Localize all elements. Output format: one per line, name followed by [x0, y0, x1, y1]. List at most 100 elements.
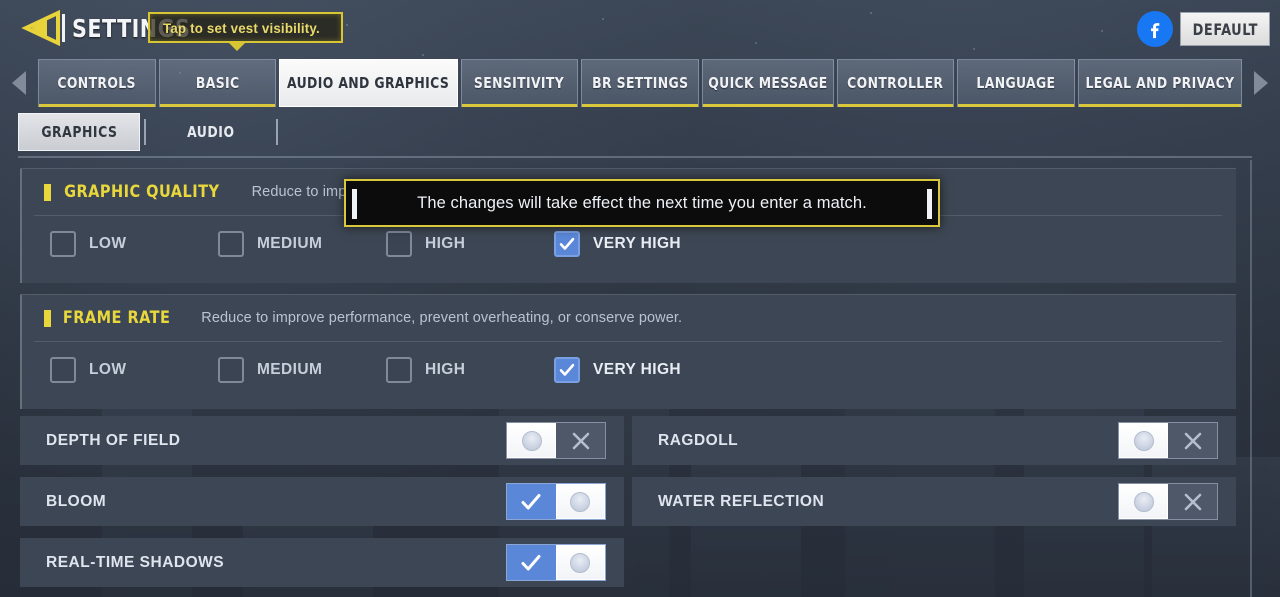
vest-visibility-hint-label: Tap to set vest visibility.	[163, 19, 320, 36]
tab-br-settings[interactable]: BR SETTINGS	[581, 59, 699, 107]
default-button-label: DEFAULT	[1192, 19, 1258, 39]
toggle-depth-of-field-label: DEPTH OF FIELD	[46, 431, 181, 449]
toggle-row-real-time-shadows: REAL-TIME SHADOWS	[20, 538, 624, 587]
tab-quick-message[interactable]: QUICK MESSAGE	[701, 59, 834, 107]
tab-scroll-right-button[interactable]	[1242, 59, 1280, 107]
checkbox-frame-rate-high[interactable]	[386, 357, 412, 383]
content-scrollbar[interactable]	[1250, 160, 1252, 597]
toggle-knob	[1119, 484, 1169, 519]
option-graphic-quality-medium-label: MEDIUM	[257, 235, 323, 252]
option-frame-rate-high-label: HIGH	[425, 361, 466, 378]
tab-audio-label: AUDIO	[187, 123, 235, 141]
tab-audio[interactable]: AUDIO	[150, 113, 272, 151]
toggle-row-depth-of-field: DEPTH OF FIELD	[20, 416, 624, 465]
tab-label: CONTROLS	[57, 74, 137, 92]
option-frame-rate-very-high-label: VERY HIGH	[593, 361, 682, 378]
toggle-knob	[555, 545, 605, 580]
section-frame-rate: FRAME RATE Reduce to improve performance…	[20, 294, 1236, 409]
option-graphic-quality-high-label: HIGH	[425, 235, 466, 252]
checkbox-frame-rate-medium[interactable]	[218, 357, 244, 383]
toggle-row-ragdoll: RAGDOLL	[632, 416, 1236, 465]
toggle-knob	[1119, 423, 1169, 458]
toggle-water-reflection-label: WATER REFLECTION	[658, 492, 825, 510]
title-accent-bar	[62, 14, 65, 42]
toggle-depth-of-field[interactable]	[506, 422, 606, 459]
toggle-bloom[interactable]	[506, 483, 606, 520]
cross-icon	[1168, 484, 1217, 519]
vest-visibility-hint[interactable]: Tap to set vest visibility.	[148, 12, 344, 43]
sub-tab-bar: GRAPHICS AUDIO	[18, 113, 282, 151]
option-graphic-quality-medium[interactable]: MEDIUM	[218, 231, 386, 257]
tab-scroll-left-button[interactable]	[0, 59, 38, 107]
tab-label: CONTROLLER	[847, 74, 944, 92]
toggle-real-time-shadows[interactable]	[506, 544, 606, 581]
section-frame-rate-title: FRAME RATE	[62, 308, 171, 328]
option-frame-rate-low-label: LOW	[89, 361, 127, 378]
tooltip-left-cap	[352, 189, 357, 219]
toggle-bloom-label: BLOOM	[46, 492, 107, 510]
tab-graphics[interactable]: GRAPHICS	[18, 113, 140, 151]
tab-label: LANGUAGE	[976, 74, 1056, 92]
tab-controller[interactable]: CONTROLLER	[836, 59, 955, 107]
sub-tab-divider-2	[276, 119, 278, 145]
toggle-ragdoll[interactable]	[1118, 422, 1218, 459]
tab-list: CONTROLS BASIC AUDIO AND GRAPHICS SENSITIVI…	[38, 59, 1242, 107]
tab-language[interactable]: LANGUAGE	[957, 59, 1076, 107]
tab-sensitivity[interactable]: SENSITIVITY	[460, 59, 579, 107]
tab-basic[interactable]: BASIC	[158, 59, 277, 107]
option-graphic-quality-very-high-label: VERY HIGH	[593, 235, 682, 252]
option-graphic-quality-very-high[interactable]: VERY HIGH	[554, 231, 681, 257]
section-graphic-quality-title: GRAPHIC QUALITY	[64, 182, 220, 202]
tab-label: BR SETTINGS	[591, 74, 689, 92]
tab-legal-and-privacy[interactable]: LEGAL AND PRIVACY	[1078, 59, 1242, 107]
facebook-icon[interactable]	[1137, 11, 1173, 47]
checkbox-graphic-quality-high[interactable]	[386, 231, 412, 257]
tooltip-right-cap	[927, 189, 932, 219]
section-frame-rate-header: FRAME RATE Reduce to improve performance…	[20, 295, 1236, 341]
option-graphic-quality-low[interactable]: LOW	[50, 231, 218, 257]
check-icon	[507, 545, 556, 580]
checkbox-graphic-quality-low[interactable]	[50, 231, 76, 257]
sub-tab-divider-1	[144, 119, 146, 145]
option-frame-rate-medium[interactable]: MEDIUM	[218, 357, 386, 383]
option-frame-rate-very-high[interactable]: VERY HIGH	[554, 357, 681, 383]
changes-tooltip[interactable]: The changes will take effect the next ti…	[344, 179, 940, 227]
toggle-knob	[507, 423, 557, 458]
tab-label: SENSITIVITY	[474, 74, 565, 92]
toggle-row-water-reflection: WATER REFLECTION	[632, 477, 1236, 526]
chevron-left-icon	[12, 71, 26, 95]
option-frame-rate-high[interactable]: HIGH	[386, 357, 554, 383]
cross-icon	[1168, 423, 1217, 458]
checkbox-graphic-quality-medium[interactable]	[218, 231, 244, 257]
chevron-right-icon	[1254, 71, 1268, 95]
option-graphic-quality-low-label: LOW	[89, 235, 127, 252]
option-frame-rate-medium-label: MEDIUM	[257, 361, 323, 378]
toggle-ragdoll-label: RAGDOLL	[658, 431, 739, 449]
tab-label: LEGAL AND PRIVACY	[1085, 74, 1235, 92]
option-frame-rate-low[interactable]: LOW	[50, 357, 218, 383]
check-icon	[507, 484, 556, 519]
tab-audio-and-graphics[interactable]: AUDIO AND GRAPHICS	[279, 59, 458, 107]
toggle-water-reflection[interactable]	[1118, 483, 1218, 520]
tab-graphics-label: GRAPHICS	[40, 123, 118, 141]
tab-label: BASIC	[195, 74, 240, 92]
settings-tab-bar: CONTROLS BASIC AUDIO AND GRAPHICS SENSITIVI…	[0, 59, 1280, 107]
tab-label: AUDIO AND GRAPHICS	[287, 74, 450, 92]
cross-icon	[556, 423, 605, 458]
toggle-row-bloom: BLOOM	[20, 477, 624, 526]
default-button[interactable]: DEFAULT	[1180, 12, 1270, 46]
option-graphic-quality-high[interactable]: HIGH	[386, 231, 554, 257]
section-accent-icon	[44, 183, 51, 201]
checkbox-frame-rate-low[interactable]	[50, 357, 76, 383]
top-bar: SETTINGS Tap to set vest visibility. DEF…	[0, 0, 1280, 56]
checkbox-frame-rate-very-high[interactable]	[554, 357, 580, 383]
frame-rate-options: LOW MEDIUM HIGH VERY HIGH	[20, 342, 1236, 398]
section-frame-rate-description: Reduce to improve performance, prevent o…	[201, 310, 683, 326]
tab-controls[interactable]: CONTROLS	[38, 59, 156, 107]
toggle-real-time-shadows-label: REAL-TIME SHADOWS	[46, 553, 225, 571]
toggle-knob	[555, 484, 605, 519]
back-arrow-icon[interactable]	[18, 9, 62, 47]
checkbox-graphic-quality-very-high[interactable]	[554, 231, 580, 257]
hint-pointer-icon	[228, 42, 246, 51]
section-accent-icon	[44, 309, 51, 327]
